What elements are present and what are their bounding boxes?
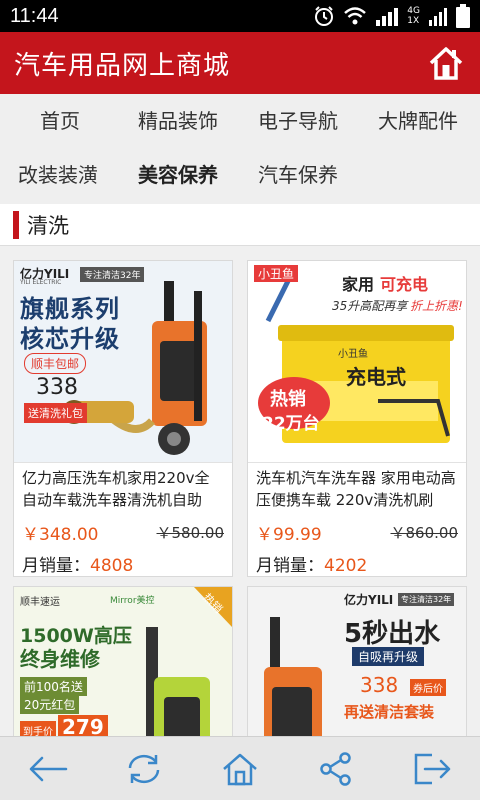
image-express: 顺丰速运 (20, 597, 60, 608)
product-image-4[interactable]: 亿力YILI 专注清洁32年 5秒出水 自吸再升级 338 券后价 再送清洁套装 (248, 587, 466, 736)
share-icon (320, 751, 351, 786)
image-line2: 自吸再升级 (352, 647, 425, 666)
header-home-button[interactable] (426, 43, 466, 83)
product-card-1[interactable]: 亿力YILI YILI ELECTRIC 专注清洁32年 旗舰系列 核芯升级 顺… (13, 260, 233, 577)
image-hot-a: 热销 (270, 389, 306, 410)
page-title: 汽车用品网上商城 (14, 50, 231, 81)
image-gift: 送清洗礼包 (24, 403, 87, 423)
image-shipping: 顺丰包邮 (24, 353, 87, 374)
alarm-icon (315, 6, 334, 26)
nav-item-parts[interactable]: 大牌配件 (378, 94, 458, 148)
image-headline-a: 家用 (342, 275, 375, 294)
product-card-2[interactable]: 小丑鱼 家用 可充电 35升高配再享 折上折惠! 小丑鱼 充电式 热销 22万台… (247, 260, 467, 577)
image-brand-sub: YILI ELECTRIC (20, 279, 62, 286)
image-coupon2: 20元红包 (20, 695, 80, 714)
status-bar: 11:44 4G 1X (0, 0, 480, 32)
image-gift: 再送清洁套装 (344, 703, 435, 721)
product-name[interactable]: 洗车机汽车洗车器 家用电动高压便携车载 220v清洗机刷 (248, 463, 466, 515)
image-promo-b: 折上折惠! (410, 299, 463, 313)
product-grid: 亿力YILI YILI ELECTRIC 专注清洁32年 旗舰系列 核芯升级 顺… (0, 246, 480, 736)
wifi-icon (344, 7, 367, 25)
product-image-3[interactable]: 顺丰速运 Mirror美控 热销 1500W高压 终身维修 前100名送 20元… (14, 587, 232, 736)
refresh-icon (128, 754, 160, 783)
home-icon (429, 47, 463, 80)
toolbar-home-button[interactable] (210, 739, 270, 799)
image-brand: 亿力YILI (344, 593, 394, 607)
back-icon (29, 756, 68, 781)
product-card-4[interactable]: 亿力YILI 专注清洁32年 5秒出水 自吸再升级 338 券后价 再送清洁套装 (247, 586, 467, 736)
product-price: ￥99.99 (256, 524, 322, 545)
image-tag: 专注清洁32年 (398, 593, 455, 606)
image-hot-b: 22万台 (262, 414, 320, 434)
image-headline-b: 可充电 (380, 275, 429, 294)
network-label-4g: 4G (407, 6, 420, 16)
product-price: ￥348.00 (22, 524, 99, 545)
network-label-1x: 1X (407, 16, 420, 26)
nav-item-modification[interactable]: 改装装潢 (18, 148, 98, 202)
image-box-brand2: 充电式 (346, 365, 406, 389)
image-line2: 终身维修 (20, 647, 100, 671)
sales-label: 月销量： (256, 556, 324, 576)
image-promo-a: 35升高配再享 (332, 299, 408, 313)
sales-label: 月销量： (22, 556, 90, 576)
image-price: 279 (58, 715, 108, 736)
nav-item-maintenance[interactable]: 汽车保养 (258, 148, 338, 202)
image-coupon1: 前100名送 (20, 677, 87, 696)
product-old-price: ￥860.00 (390, 523, 459, 542)
app-header: 汽车用品网上商城 (0, 32, 480, 94)
nav-item-beauty[interactable]: 美容保养 (138, 148, 218, 202)
nav-item-home[interactable]: 首页 (40, 94, 80, 148)
image-brand: Mirror美控 (110, 596, 155, 606)
product-prices: ￥99.99 ￥860.00 (248, 515, 466, 545)
home-icon (223, 753, 257, 785)
image-price-label: 到手价 (20, 721, 56, 736)
image-line1: 5秒出水 (344, 619, 441, 649)
section-title: 清洗 (27, 213, 69, 238)
exit-button[interactable] (402, 739, 462, 799)
product-name[interactable]: 亿力高压洗车机家用220v全自动车载洗车器清洗机自助 (14, 463, 232, 515)
image-box-brand: 小丑鱼 (338, 349, 368, 360)
battery-icon (456, 4, 470, 28)
product-prices: ￥348.00 ￥580.00 (14, 515, 232, 545)
image-price: 338 (36, 375, 78, 400)
section-accent-bar (13, 210, 19, 239)
category-nav: 首页 精品装饰 电子导航 大牌配件 改装装潢 美容保养 汽车保养 (0, 94, 480, 204)
nav-item-decoration[interactable]: 精品装饰 (138, 94, 218, 148)
image-price: 338 (360, 673, 399, 697)
refresh-button[interactable] (114, 739, 174, 799)
product-card-3[interactable]: 顺丰速运 Mirror美控 热销 1500W高压 终身维修 前100名送 20元… (13, 586, 233, 736)
nav-item-navigation[interactable]: 电子导航 (258, 94, 338, 148)
signal-icon-secondary (429, 8, 447, 26)
product-image-1[interactable]: 亿力YILI YILI ELECTRIC 专注清洁32年 旗舰系列 核芯升级 顺… (14, 261, 232, 463)
section-header: 清洗 (0, 204, 480, 246)
bottom-toolbar (0, 736, 480, 800)
sales-count: 4202 (324, 556, 368, 576)
product-image-2[interactable]: 小丑鱼 家用 可充电 35升高配再享 折上折惠! 小丑鱼 充电式 热销 22万台 (248, 261, 466, 463)
status-time: 11:44 (10, 4, 59, 27)
image-tag: 专注清洁32年 (80, 267, 145, 282)
image-line2: 核芯升级 (20, 325, 120, 353)
share-button[interactable] (306, 739, 366, 799)
exit-icon (414, 753, 451, 784)
image-brand: 小丑鱼 (254, 265, 299, 282)
image-price-tag: 券后价 (410, 679, 446, 696)
signal-icon (376, 8, 399, 26)
product-sales: 月销量：4202 (248, 545, 466, 576)
product-old-price: ￥580.00 (156, 523, 225, 542)
sales-count: 4808 (90, 556, 134, 576)
product-sales: 月销量：4808 (14, 545, 232, 576)
back-button[interactable] (18, 739, 78, 799)
